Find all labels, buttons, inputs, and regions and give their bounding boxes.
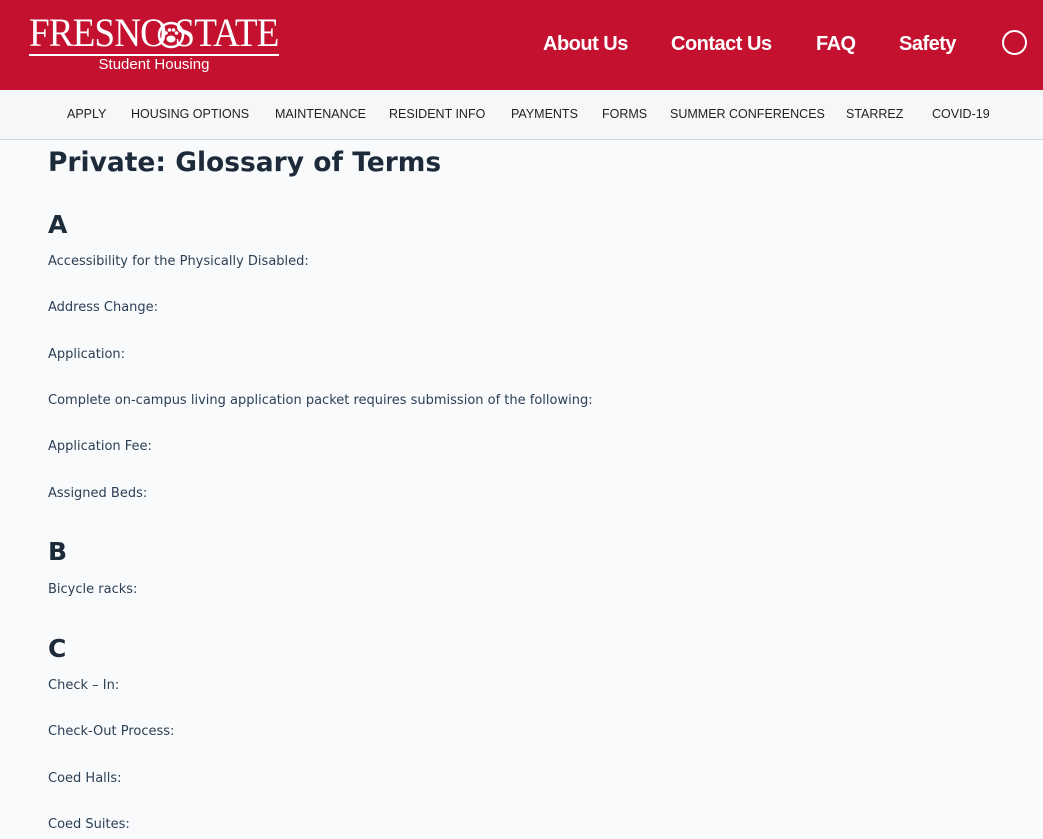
- nav-safety[interactable]: Safety: [899, 31, 957, 57]
- subnav-covid-19[interactable]: COVID-19: [932, 106, 990, 122]
- nav-faq[interactable]: FAQ: [816, 31, 856, 57]
- glossary-term: Application Fee:: [48, 439, 152, 454]
- logo-wordmark: FRESNO STATE: [29, 10, 279, 55]
- section-letter-c: C: [48, 634, 67, 663]
- subnav-resident-info[interactable]: RESIDENT INFO: [389, 106, 485, 122]
- page-title: Private: Glossary of Terms: [48, 147, 442, 178]
- section-letter-a: A: [48, 210, 68, 239]
- subnav-maintenance[interactable]: MAINTENANCE: [275, 106, 366, 122]
- subnav-forms[interactable]: FORMS: [602, 106, 647, 122]
- subnav-housing-options[interactable]: HOUSING OPTIONS: [131, 106, 249, 122]
- glossary-term: Bicycle racks:: [48, 582, 138, 597]
- glossary-term: Assigned Beds:: [48, 486, 148, 501]
- search-icon[interactable]: [1002, 30, 1027, 55]
- subnav-summer-conferences[interactable]: SUMMER CONFERENCES: [670, 106, 825, 122]
- section-letter-b: B: [48, 537, 68, 566]
- nav-contact-us[interactable]: Contact Us: [671, 31, 772, 57]
- glossary-term: Complete on-campus living application pa…: [48, 393, 593, 408]
- glossary-term: Application:: [48, 347, 126, 362]
- subnav-apply[interactable]: APPLY: [67, 106, 106, 122]
- nav-about-us[interactable]: About Us: [543, 31, 628, 57]
- paw-print-icon: [157, 21, 185, 49]
- glossary-term: Address Change:: [48, 300, 159, 315]
- glossary-term: Check – In:: [48, 678, 120, 693]
- subnav-starrez[interactable]: STARREZ: [846, 106, 903, 122]
- glossary-term: Coed Halls:: [48, 771, 122, 786]
- logo-subtitle: Student Housing: [98, 56, 210, 73]
- glossary-term: Check-Out Process:: [48, 724, 175, 739]
- subnav-payments[interactable]: PAYMENTS: [511, 106, 578, 122]
- glossary-term: Accessibility for the Physically Disable…: [48, 254, 309, 269]
- section-navigation: APPLY HOUSING OPTIONS MAINTENANCE RESIDE…: [0, 90, 1043, 140]
- glossary-term: Coed Suites:: [48, 817, 130, 832]
- site-header: FRESNO STATE Student Housing About Us Co…: [0, 0, 1043, 90]
